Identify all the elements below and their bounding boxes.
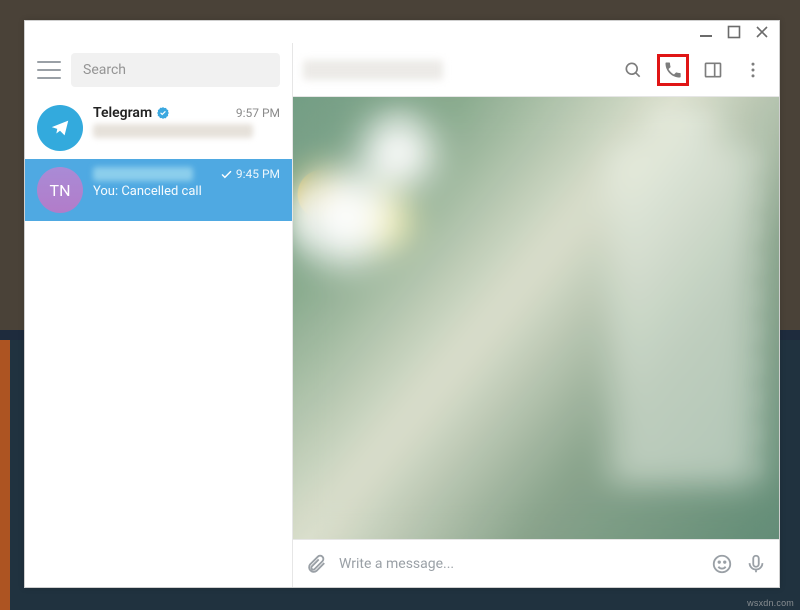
chat-header-name-redacted — [303, 60, 443, 80]
main-pane: Write a message... — [293, 43, 779, 587]
chat-preview: You: Cancelled call — [93, 184, 280, 199]
app-window: Search Telegram — [24, 20, 780, 588]
chat-name-redacted — [93, 167, 193, 181]
close-icon[interactable] — [755, 25, 769, 39]
chat-item-selected[interactable]: TN 9:45 PM You: Cancelled call — [25, 159, 292, 221]
avatar-initials: TN — [50, 181, 71, 200]
message-placeholder: Write a message... — [339, 556, 454, 572]
chat-item-telegram[interactable]: Telegram 9:57 PM — [25, 97, 292, 159]
watermark: wsxdn.com — [747, 598, 794, 608]
minimize-icon[interactable] — [699, 25, 713, 39]
emoji-icon[interactable] — [711, 553, 733, 575]
chat-preview-redacted — [93, 124, 253, 138]
content: Search Telegram — [25, 43, 779, 587]
composer: Write a message... — [293, 539, 779, 587]
message-input[interactable]: Write a message... — [339, 556, 699, 572]
search-placeholder: Search — [83, 62, 126, 78]
sidebar: Search Telegram — [25, 43, 293, 587]
chat-body: Telegram 9:57 PM — [93, 105, 280, 151]
avatar-tn: TN — [37, 167, 83, 213]
chat-time: 9:57 PM — [236, 106, 280, 120]
menu-icon[interactable] — [37, 61, 61, 79]
verified-icon — [156, 106, 170, 120]
titlebar — [25, 21, 779, 43]
check-icon — [220, 168, 233, 181]
chat-header — [293, 43, 779, 97]
chat-time-text: 9:45 PM — [236, 167, 280, 181]
phone-icon[interactable] — [657, 54, 689, 86]
chat-name: Telegram — [93, 105, 170, 121]
chat-area[interactable] — [293, 97, 779, 539]
chat-time: 9:45 PM — [220, 167, 280, 181]
mic-icon[interactable] — [745, 553, 767, 575]
search-icon[interactable] — [617, 54, 649, 86]
chat-body: 9:45 PM You: Cancelled call — [93, 167, 280, 213]
more-icon[interactable] — [737, 54, 769, 86]
sidebar-top: Search — [25, 43, 292, 97]
search-input[interactable]: Search — [71, 53, 280, 87]
maximize-icon[interactable] — [727, 25, 741, 39]
avatar-telegram — [37, 105, 83, 151]
chat-name-text: Telegram — [93, 105, 152, 121]
attach-icon[interactable] — [305, 553, 327, 575]
sidebar-toggle-icon[interactable] — [697, 54, 729, 86]
